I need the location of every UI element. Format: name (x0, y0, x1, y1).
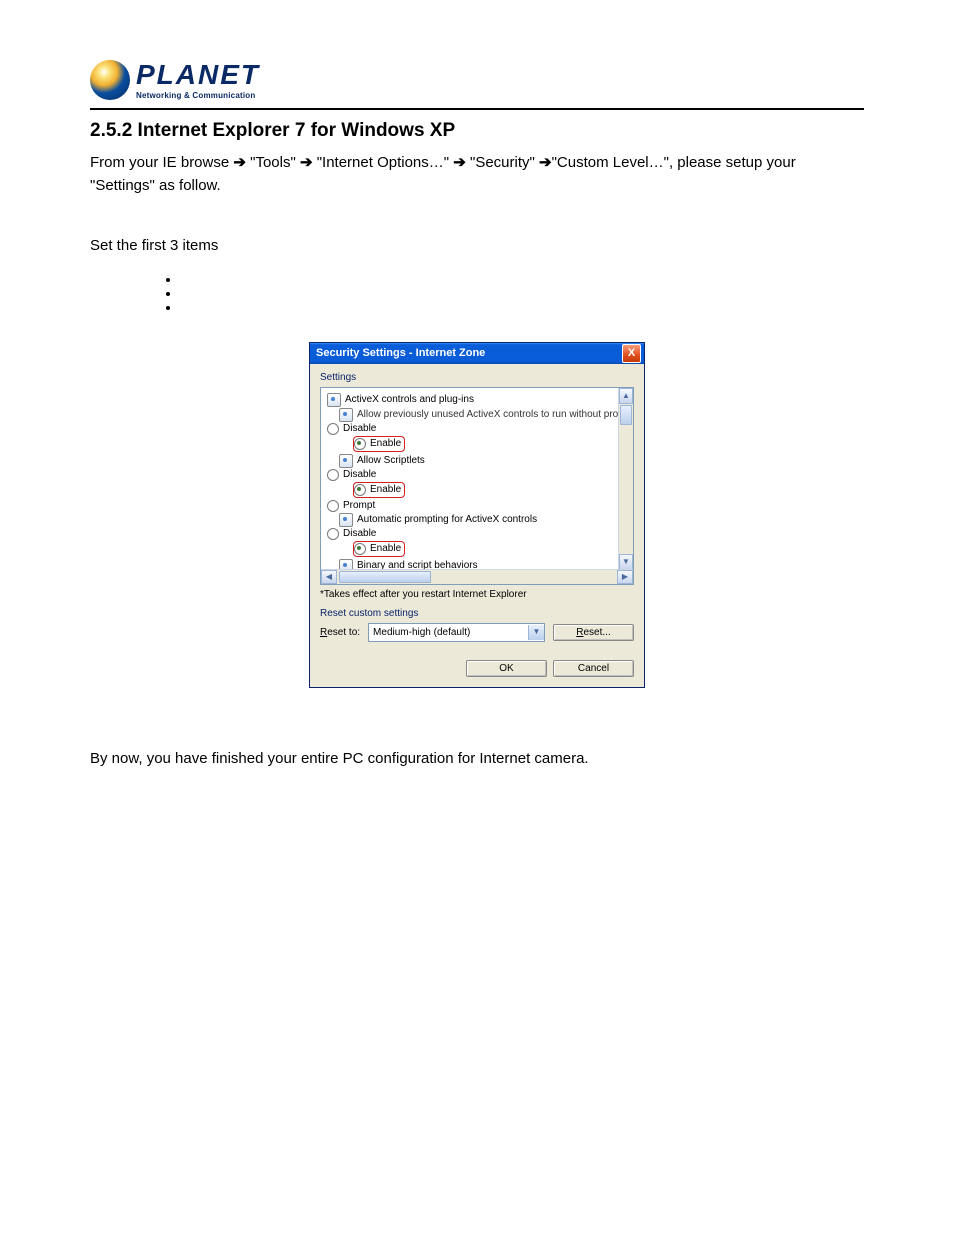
arrow-icon: ➔ (233, 154, 246, 171)
list-item (180, 272, 864, 278)
radio-disable[interactable]: Disable (327, 423, 633, 435)
highlight-enable: Enable (353, 482, 405, 498)
scroll-left-button[interactable]: ◀ (321, 570, 337, 584)
reset-section-label: Reset custom settings (320, 608, 634, 619)
list-item (180, 286, 864, 292)
dialog-title: Security Settings - Internet Zone (316, 347, 485, 359)
globe-icon (90, 60, 130, 100)
brand-name: PLANET (136, 61, 260, 89)
scroll-up-button[interactable]: ▲ (619, 388, 633, 404)
separator (90, 108, 864, 110)
close-icon: X (628, 348, 635, 359)
radio-disable[interactable]: Disable (327, 528, 633, 540)
arrow-icon: ➔ (300, 154, 313, 171)
select-value: Medium-high (default) (373, 627, 470, 638)
highlight-enable: Enable (353, 541, 405, 557)
radio-enable[interactable]: Enable (354, 438, 401, 450)
vertical-scrollbar[interactable]: ▲ ▼ (618, 388, 633, 570)
scroll-down-button[interactable]: ▼ (619, 554, 633, 570)
scroll-thumb-h[interactable] (339, 571, 431, 583)
tree-item: Automatic prompting for ActiveX controls (357, 514, 537, 525)
close-button[interactable]: X (622, 344, 641, 363)
radio-enable[interactable]: Enable (354, 484, 401, 496)
settings-label: Settings (320, 372, 634, 383)
logo: PLANET Networking & Communication (90, 60, 864, 100)
setting-icon (339, 454, 353, 468)
reset-to-label: Reset to: (320, 627, 360, 638)
restart-note: *Takes effect after you restart Internet… (320, 589, 634, 600)
radio-disable[interactable]: Disable (327, 469, 633, 481)
reset-level-select[interactable]: Medium-high (default) ▼ (368, 623, 545, 642)
activex-icon (327, 393, 341, 407)
security-settings-dialog: Security Settings - Internet Zone X Sett… (309, 342, 645, 688)
tree-item: Allow Scriptlets (357, 455, 425, 466)
reset-button[interactable]: Reset... (553, 624, 634, 641)
scroll-thumb[interactable] (620, 405, 632, 425)
radio-prompt[interactable]: Prompt (327, 500, 633, 512)
intro-paragraph: From your IE browse ➔ "Tools" ➔ "Interne… (90, 152, 864, 197)
arrow-icon: ➔ (539, 154, 552, 171)
settings-listbox[interactable]: ActiveX controls and plug-ins Allow prev… (320, 387, 634, 585)
list-item (180, 300, 864, 306)
bullet-list (140, 272, 864, 306)
tree-item: Allow previously unused ActiveX controls… (357, 409, 627, 420)
highlight-enable: Enable (353, 436, 405, 452)
scroll-right-button[interactable]: ▶ (617, 570, 633, 584)
radio-enable[interactable]: Enable (354, 543, 401, 555)
arrow-icon: ➔ (453, 154, 466, 171)
setting-icon (339, 408, 353, 422)
titlebar[interactable]: Security Settings - Internet Zone X (310, 343, 644, 364)
section-heading: 2.5.2 Internet Explorer 7 for Windows XP (90, 120, 864, 142)
ok-button[interactable]: OK (466, 660, 547, 677)
closing-paragraph: By now, you have finished your entire PC… (90, 748, 864, 771)
horizontal-scrollbar[interactable]: ◀ ▶ (321, 569, 633, 584)
chevron-down-icon[interactable]: ▼ (528, 625, 544, 640)
tree-root: ActiveX controls and plug-ins (345, 394, 474, 405)
subheading: Set the first 3 items (90, 235, 864, 258)
setting-icon (339, 513, 353, 527)
cancel-button[interactable]: Cancel (553, 660, 634, 677)
brand-tagline: Networking & Communication (136, 91, 260, 100)
